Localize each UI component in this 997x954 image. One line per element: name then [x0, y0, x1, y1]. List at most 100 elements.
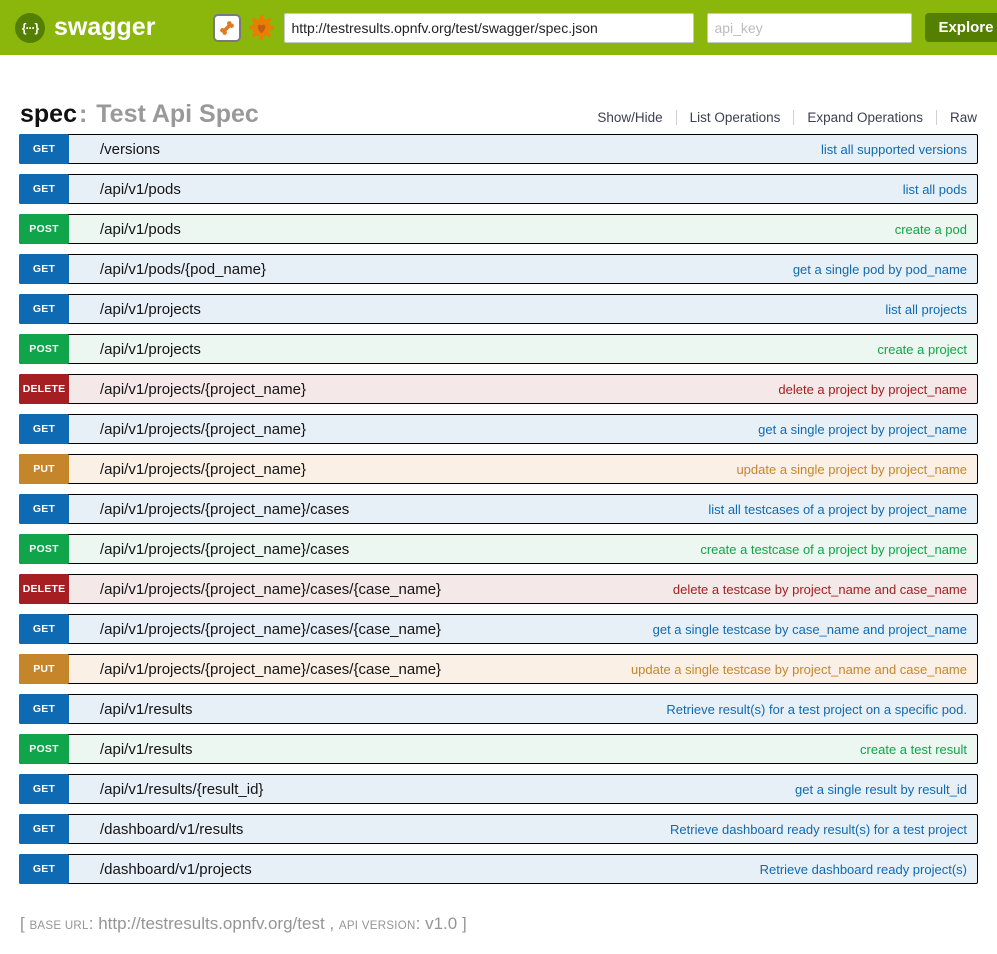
http-method-badge: GET: [19, 494, 69, 524]
endpoint-summary-link[interactable]: create a pod: [895, 222, 967, 237]
endpoint-row[interactable]: GET /dashboard/v1/projects Retrieve dash…: [19, 854, 978, 884]
footer-colon-1: :: [89, 914, 98, 933]
http-method-badge: GET: [19, 414, 69, 444]
header-controls: Explore: [213, 13, 997, 43]
main-content: spec: Test Api Spec Show/Hide List Opera…: [0, 55, 997, 934]
endpoint-row[interactable]: GET /api/v1/pods/{pod_name} get a single…: [19, 254, 978, 284]
endpoint-summary-link[interactable]: get a single pod by pod_name: [793, 262, 967, 277]
bone-link-button[interactable]: [213, 14, 241, 42]
swagger-logo-text: swagger: [54, 13, 155, 42]
footer-bracket-close: ]: [457, 914, 466, 933]
endpoint-row[interactable]: PUT /api/v1/projects/{project_name} upda…: [19, 454, 978, 484]
toolbar-link[interactable]: Raw: [936, 110, 977, 125]
spec-url-input[interactable]: [284, 13, 694, 43]
bone-icon: [218, 19, 236, 37]
http-method-badge: DELETE: [19, 374, 69, 404]
endpoint-path-link[interactable]: /api/v1/pods: [100, 181, 181, 198]
gear-heart-button[interactable]: [248, 14, 275, 41]
api-version-value: v1.0: [425, 914, 457, 933]
endpoint-summary-link[interactable]: list all pods: [903, 182, 967, 197]
endpoint-path-link[interactable]: /dashboard/v1/projects: [100, 861, 252, 878]
http-method-badge: PUT: [19, 454, 69, 484]
endpoint-path-link[interactable]: /api/v1/projects/{project_name}/cases: [100, 501, 349, 518]
http-method-badge: GET: [19, 774, 69, 804]
endpoint-row[interactable]: GET /api/v1/projects list all projects: [19, 294, 978, 324]
endpoint-summary-link[interactable]: create a testcase of a project by projec…: [700, 542, 967, 557]
endpoint-summary-link[interactable]: Retrieve dashboard ready result(s) for a…: [670, 822, 967, 837]
endpoint-row[interactable]: GET /api/v1/projects/{project_name}/case…: [19, 494, 978, 524]
endpoint-summary-link[interactable]: update a single project by project_name: [736, 462, 967, 477]
footer-colon-2: :: [416, 914, 425, 933]
endpoint-row[interactable]: POST /api/v1/projects create a project: [19, 334, 978, 364]
resource-description: Test Api Spec: [96, 100, 259, 128]
swagger-logo-icon: {···}: [15, 13, 45, 43]
endpoint-row[interactable]: DELETE /api/v1/projects/{project_name}/c…: [19, 574, 978, 604]
page-title: spec: Test Api Spec: [20, 100, 259, 129]
endpoint-row[interactable]: GET /versions list all supported version…: [19, 134, 978, 164]
title-separator: :: [77, 100, 89, 128]
endpoint-row[interactable]: PUT /api/v1/projects/{project_name}/case…: [19, 654, 978, 684]
endpoint-summary-link[interactable]: list all supported versions: [821, 142, 967, 157]
endpoint-path-link[interactable]: /api/v1/results/{result_id}: [100, 781, 263, 798]
swagger-logo[interactable]: {···} swagger: [15, 13, 155, 43]
operations-toolbar: Show/Hide List Operations Expand Operati…: [584, 110, 977, 125]
base-url-footer: [ BASE URL: http://testresults.opnfv.org…: [20, 914, 978, 934]
endpoint-path-link[interactable]: /api/v1/pods/{pod_name}: [100, 261, 266, 278]
header-bar: {···} swagger: [0, 0, 997, 55]
endpoint-path-link[interactable]: /versions: [100, 141, 160, 158]
toolbar-link[interactable]: Expand Operations: [793, 110, 936, 125]
endpoint-summary-link[interactable]: create a project: [877, 342, 967, 357]
toolbar-link[interactable]: Show/Hide: [584, 110, 675, 125]
endpoint-summary-link[interactable]: create a test result: [860, 742, 967, 757]
base-url-label: BASE URL: [29, 920, 88, 932]
endpoint-row[interactable]: DELETE /api/v1/projects/{project_name} d…: [19, 374, 978, 404]
endpoint-row[interactable]: POST /api/v1/results create a test resul…: [19, 734, 978, 764]
endpoint-summary-link[interactable]: update a single testcase by project_name…: [631, 662, 967, 677]
explore-button[interactable]: Explore: [925, 13, 997, 42]
endpoint-path-link[interactable]: /api/v1/projects/{project_name}/cases: [100, 541, 349, 558]
gear-heart-icon: [248, 14, 275, 41]
toolbar-link[interactable]: List Operations: [676, 110, 794, 125]
endpoint-path-link[interactable]: /api/v1/results: [100, 741, 193, 758]
endpoint-list: GET /versions list all supported version…: [19, 134, 978, 884]
endpoint-row[interactable]: POST /api/v1/projects/{project_name}/cas…: [19, 534, 978, 564]
endpoint-path-link[interactable]: /api/v1/projects: [100, 301, 201, 318]
endpoint-path-link[interactable]: /api/v1/projects/{project_name}/cases/{c…: [100, 581, 441, 598]
endpoint-path-link[interactable]: /dashboard/v1/results: [100, 821, 243, 838]
http-method-badge: POST: [19, 334, 69, 364]
endpoint-path-link[interactable]: /api/v1/pods: [100, 221, 181, 238]
endpoint-path-link[interactable]: /api/v1/projects/{project_name}: [100, 381, 306, 398]
endpoint-path-link[interactable]: /api/v1/projects/{project_name}/cases/{c…: [100, 621, 441, 638]
endpoint-summary-link[interactable]: Retrieve result(s) for a test project on…: [666, 702, 967, 717]
footer-comma: ,: [325, 914, 339, 933]
http-method-badge: GET: [19, 814, 69, 844]
endpoint-summary-link[interactable]: list all projects: [885, 302, 967, 317]
endpoint-summary-link[interactable]: Retrieve dashboard ready project(s): [760, 862, 967, 877]
http-method-badge: GET: [19, 294, 69, 324]
endpoint-summary-link[interactable]: delete a project by project_name: [778, 382, 967, 397]
endpoint-summary-link[interactable]: delete a testcase by project_name and ca…: [673, 582, 967, 597]
endpoint-path-link[interactable]: /api/v1/results: [100, 701, 193, 718]
http-method-badge: DELETE: [19, 574, 69, 604]
endpoint-summary-link[interactable]: get a single result by result_id: [795, 782, 967, 797]
endpoint-row[interactable]: GET /api/v1/results/{result_id} get a si…: [19, 774, 978, 804]
endpoint-row[interactable]: GET /api/v1/results Retrieve result(s) f…: [19, 694, 978, 724]
endpoint-summary-link[interactable]: list all testcases of a project by proje…: [708, 502, 967, 517]
http-method-badge: POST: [19, 214, 69, 244]
resource-title-row: spec: Test Api Spec Show/Hide List Opera…: [19, 100, 978, 129]
endpoint-row[interactable]: GET /api/v1/projects/{project_name}/case…: [19, 614, 978, 644]
endpoint-row[interactable]: GET /dashboard/v1/results Retrieve dashb…: [19, 814, 978, 844]
endpoint-path-link[interactable]: /api/v1/projects/{project_name}/cases/{c…: [100, 661, 441, 678]
endpoint-path-link[interactable]: /api/v1/projects/{project_name}: [100, 461, 306, 478]
api-key-input[interactable]: [707, 13, 912, 43]
endpoint-summary-link[interactable]: get a single project by project_name: [758, 422, 967, 437]
endpoint-path-link[interactable]: /api/v1/projects: [100, 341, 201, 358]
endpoint-row[interactable]: GET /api/v1/pods list all pods: [19, 174, 978, 204]
http-method-badge: PUT: [19, 654, 69, 684]
endpoint-row[interactable]: POST /api/v1/pods create a pod: [19, 214, 978, 244]
http-method-badge: POST: [19, 534, 69, 564]
http-method-badge: POST: [19, 734, 69, 764]
endpoint-path-link[interactable]: /api/v1/projects/{project_name}: [100, 421, 306, 438]
endpoint-summary-link[interactable]: get a single testcase by case_name and p…: [653, 622, 967, 637]
endpoint-row[interactable]: GET /api/v1/projects/{project_name} get …: [19, 414, 978, 444]
